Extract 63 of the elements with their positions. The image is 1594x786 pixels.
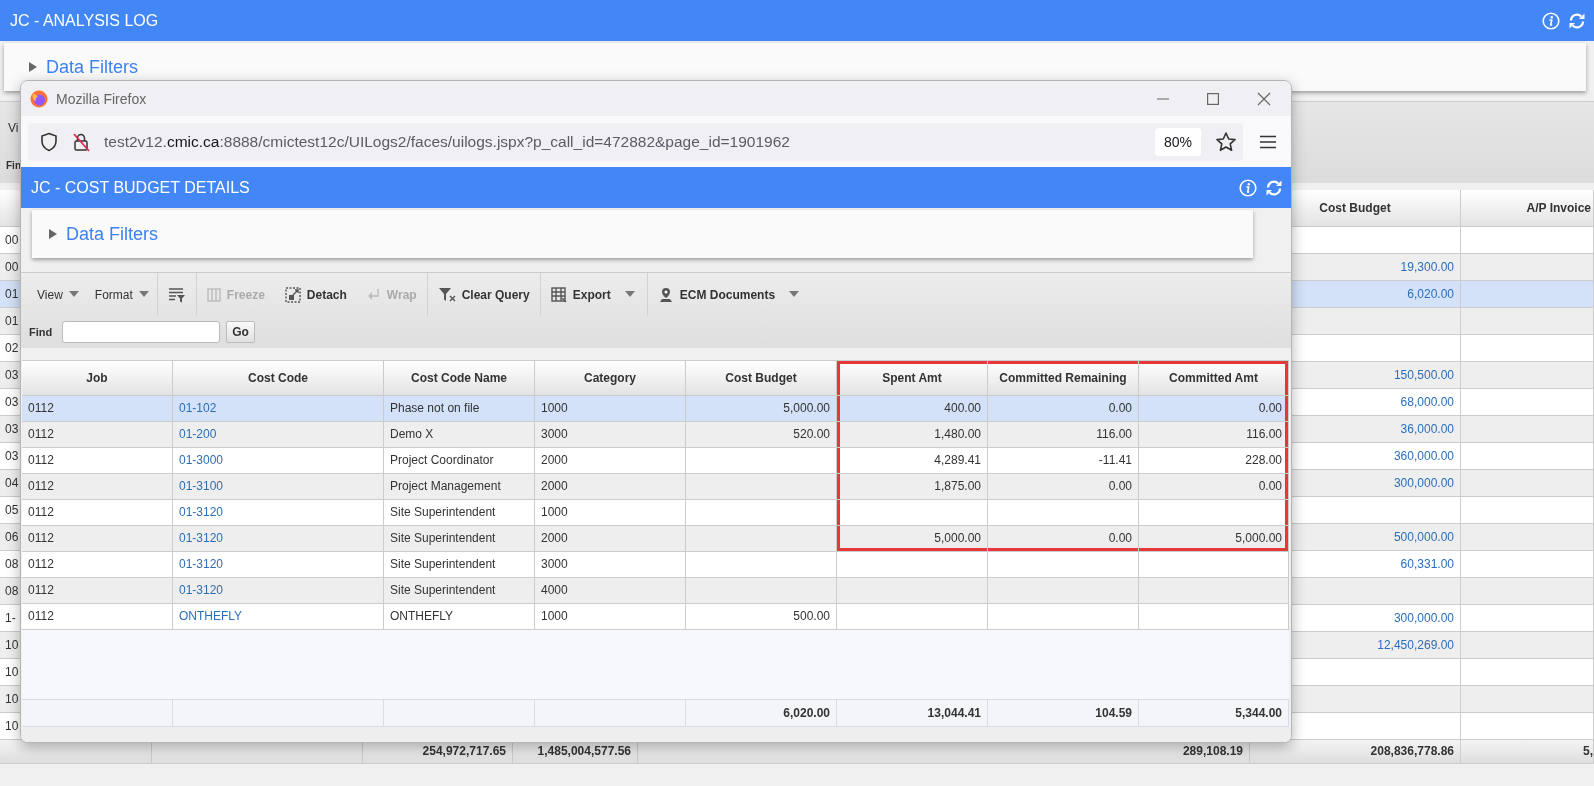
table-row[interactable]: 0112 ONTHEFLY ONTHEFLY 1000 500.00 [22,604,1289,630]
dashed-box-icon[interactable] [284,286,301,303]
go-button[interactable]: Go [226,321,255,343]
cost-code-link[interactable]: ONTHEFLY [173,604,384,630]
table-cell: ONTHEFLY [384,604,535,630]
table-cell: 500.00 [686,604,837,630]
column-header[interactable]: Spent Amt [837,361,988,396]
table-row[interactable]: 0112 01-3120 Site Superintendent 3000 [22,552,1289,578]
table-icon[interactable] [550,286,567,303]
column-header[interactable]: Committed Remaining [988,361,1139,396]
dropdown-icon[interactable] [624,291,635,298]
column-header[interactable]: A/P Invoice [1461,190,1594,227]
page-title: JC - ANALYSIS LOG [10,11,159,30]
find-label: Find [29,326,53,338]
refresh-icon[interactable] [1568,11,1586,30]
zoom-level[interactable]: 80% [1154,127,1201,156]
table-row[interactable]: 0112 01-3100 Project Management 2000 1,875.00 0.00 0.00 [22,474,1289,500]
find-label: Fin [6,159,21,173]
table-cell: 5,000.00 [837,526,988,552]
table-row[interactable]: 0112 01-3120 Site Superintendent 4000 [22,578,1289,604]
menu-button[interactable]: Format [86,273,157,316]
table-row[interactable]: 0112 01-200 Demo X 3000 520.00 1,480.00 116.00 116.00 [22,422,1289,448]
table-row[interactable]: 0112 01-3000 Project Coordinator 2000 4,289.41 -11.41 228.00 [22,448,1289,474]
maximize-icon[interactable] [1207,92,1219,105]
table-cell: 1000 [535,604,686,630]
lock-icon[interactable] [72,131,90,152]
window-title: Mozilla Firefox [56,90,147,107]
menu-label[interactable]: Vi [8,110,19,147]
dropdown-icon[interactable] [68,291,79,298]
total-cell: 5, [1461,740,1594,764]
caret-icon[interactable] [48,228,58,240]
table-row[interactable]: 0112 01-3120 Site Superintendent 2000 5,000.00 0.00 5,000.00 [22,526,1289,552]
column-filter-icon[interactable] [167,286,186,303]
menu-button[interactable]: View [29,273,87,316]
toolbar-button[interactable]: Clear Query [427,273,540,316]
logo-icon [30,89,48,108]
close-icon[interactable] [1257,91,1271,106]
dropdown-icon[interactable] [789,291,800,298]
table-row[interactable]: 0112 01-3120 Site Superintendent 1000 [22,500,1289,526]
info-icon[interactable] [1542,11,1560,30]
page-title: JC - COST BUDGET DETAILS [31,178,250,197]
toolbar-button[interactable]: Export [540,273,621,316]
toolbar-button[interactable]: ECM Documents [647,273,786,316]
menu-icon[interactable] [1259,134,1277,149]
filters-toggle[interactable]: Data Filters [28,56,139,78]
table-cell: 0112 [22,604,173,630]
table-cell: 0.00 [988,526,1139,552]
funnel-icon[interactable] [437,286,456,303]
toolbar-button[interactable]: Detach [274,273,357,316]
info-icon[interactable] [1239,178,1257,197]
refresh-icon[interactable] [1265,178,1283,197]
caret-icon[interactable] [28,61,38,73]
shield-icon[interactable] [40,131,58,152]
star-icon[interactable] [1215,130,1237,153]
address-field[interactable]: test2v12.cmic.ca:8888/cmictest12c/UILogs2/faces/uilogs.jspx?p_call_id=472882&page_id=1901962 80% [28,122,1243,161]
table-cell: 5,000.00 [1139,526,1289,552]
column-header[interactable]: Committed Amt [1139,361,1289,396]
url-text[interactable]: test2v12.cmic.ca:8888/cmictest12c/UILogs2/faces/uilogs.jspx?p_call_id=472882&page_id=1901962 [104,132,790,151]
find-field[interactable] [62,321,221,343]
table-row[interactable]: 0112 01-102 Phase not on file 1000 5,000.00 400.00 0.00 0.00 [22,396,1289,422]
pin-icon[interactable] [657,286,674,303]
dropdown-icon[interactable] [138,291,149,298]
filters-toggle[interactable]: Data Filters [48,223,159,245]
